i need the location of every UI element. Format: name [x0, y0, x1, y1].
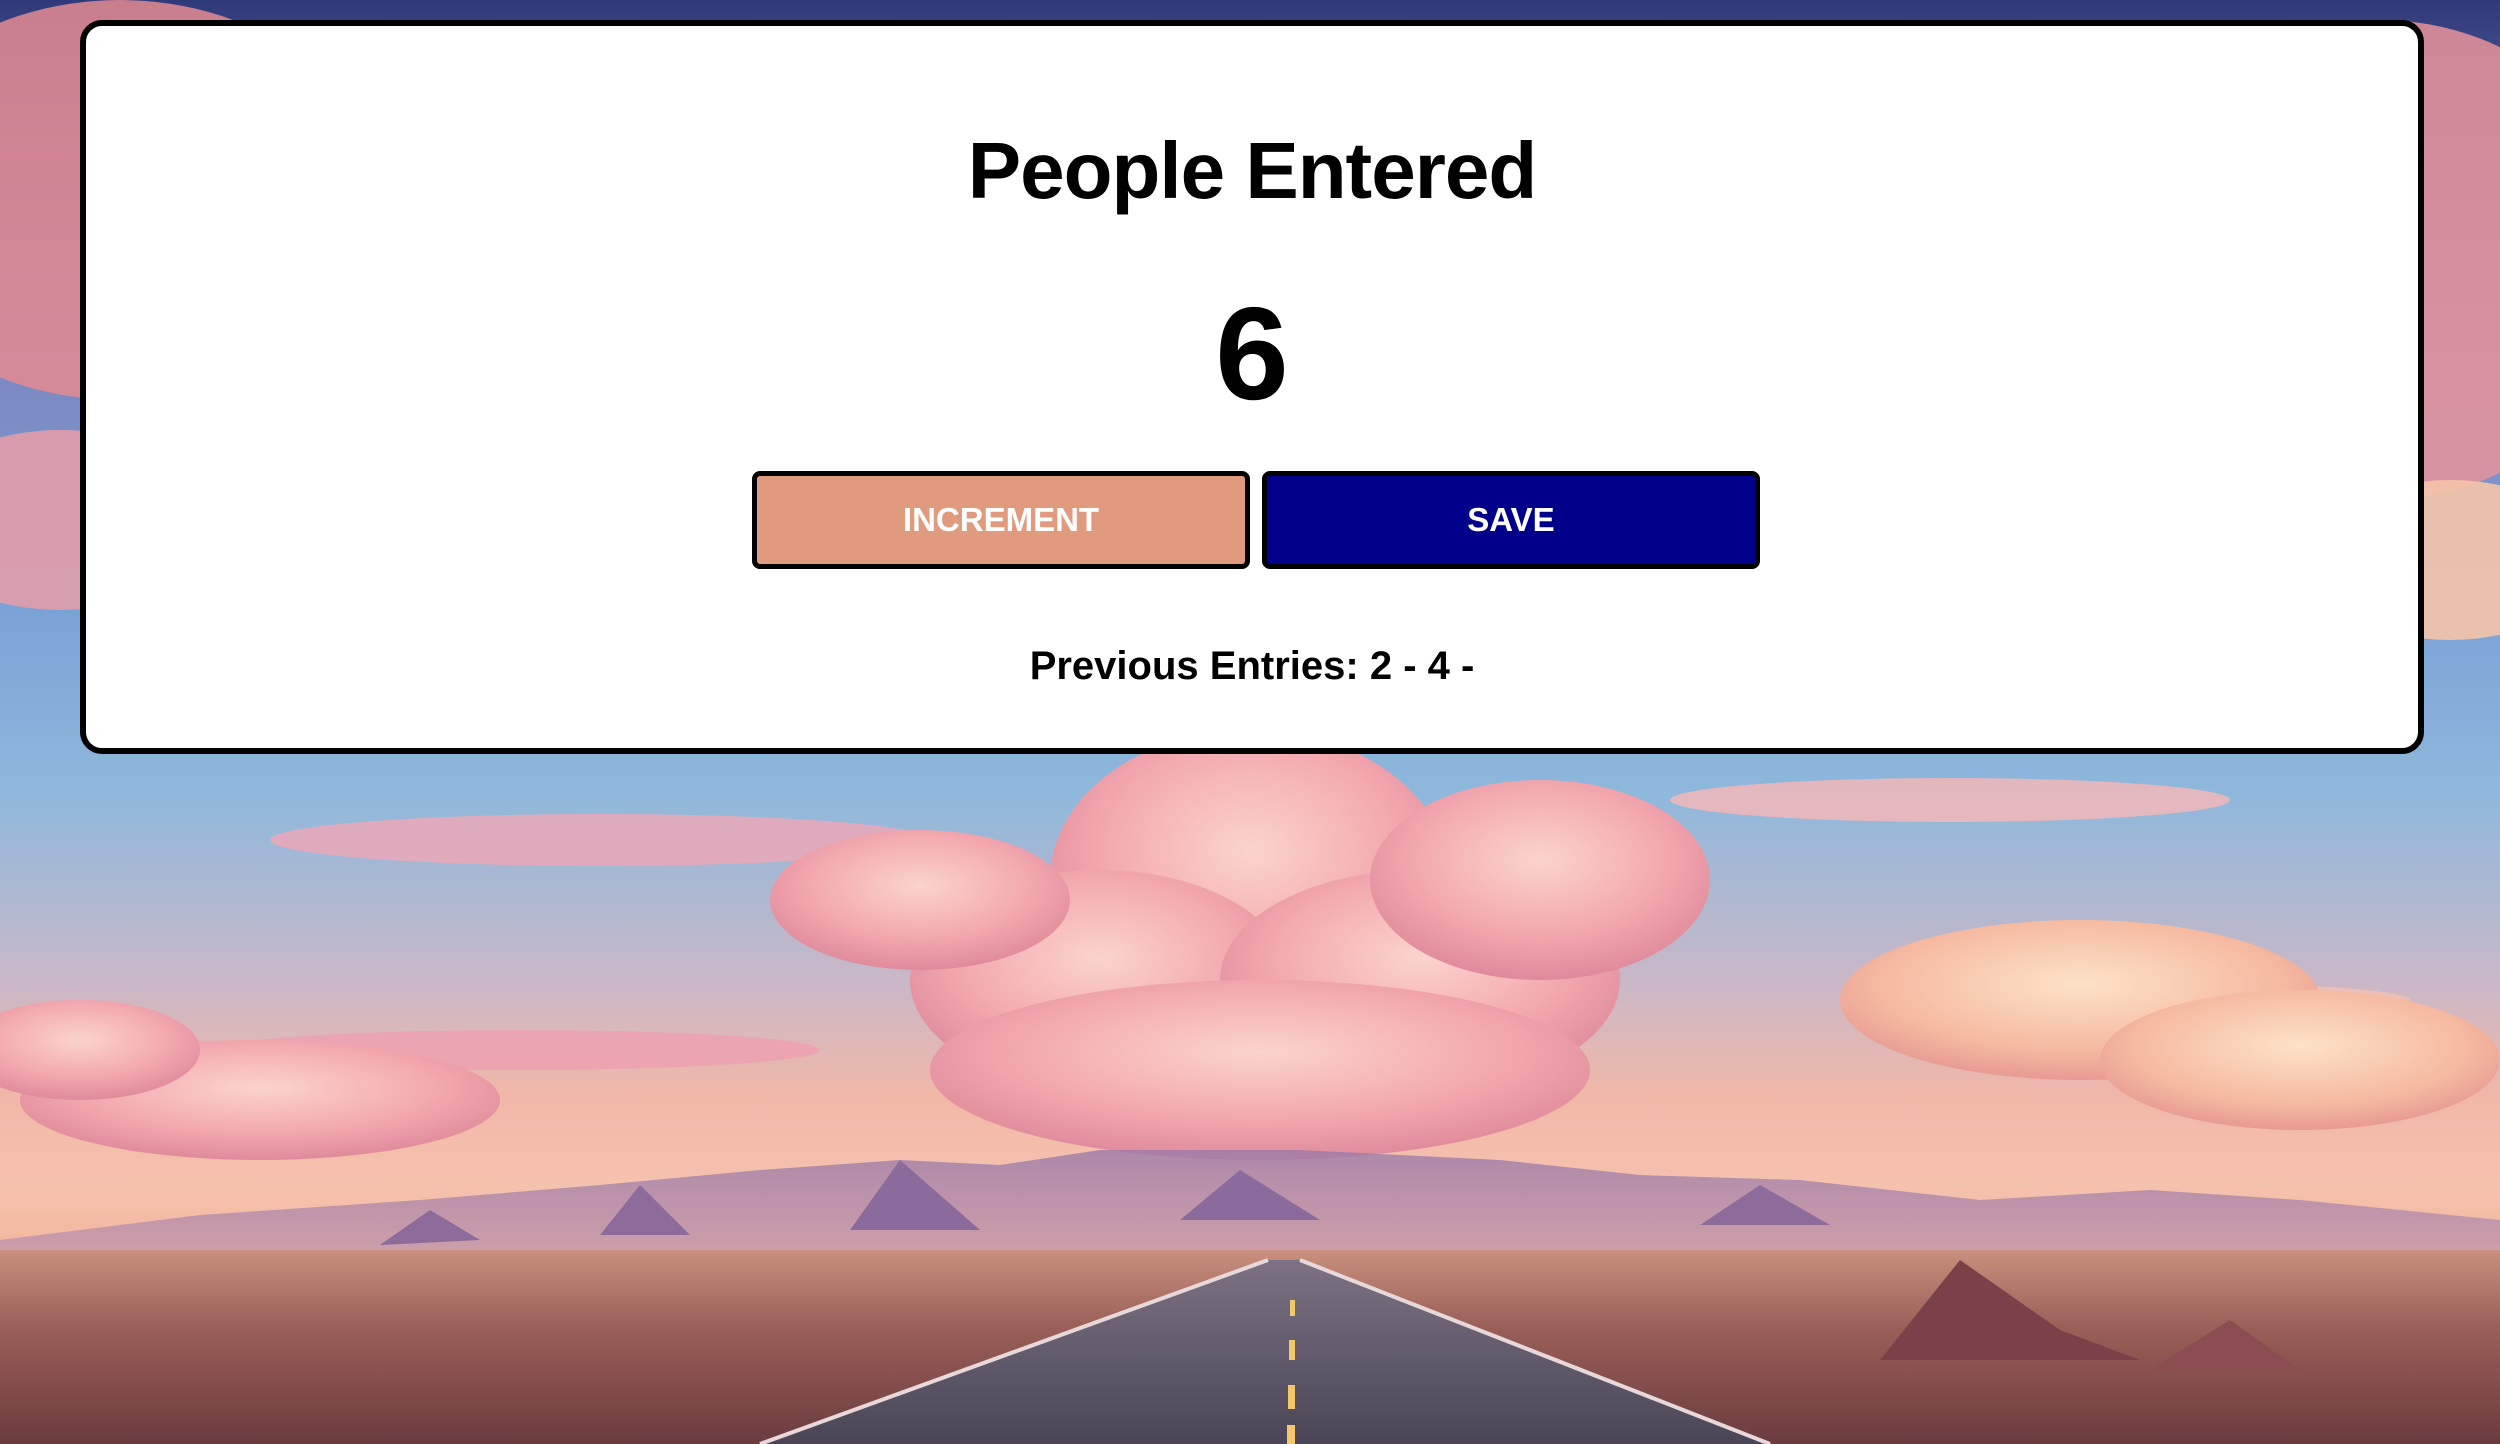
previous-entries-label: Previous Entries:	[1029, 644, 1359, 688]
increment-button[interactable]: INCREMENT	[752, 471, 1250, 569]
previous-entries-values: 2 - 4 -	[1369, 644, 1475, 688]
save-button[interactable]: SAVE	[1262, 471, 1760, 569]
page-title: People Entered	[967, 126, 1537, 215]
increment-button-label: INCREMENT	[902, 501, 1100, 538]
save-button-label: SAVE	[1467, 501, 1555, 538]
people-count: 6	[1215, 280, 1289, 427]
counter-card: People Entered 6 INCREMENT SAVE Previous…	[80, 20, 2424, 754]
previous-entries: Previous Entries: 2 - 4 -	[86, 646, 2418, 686]
